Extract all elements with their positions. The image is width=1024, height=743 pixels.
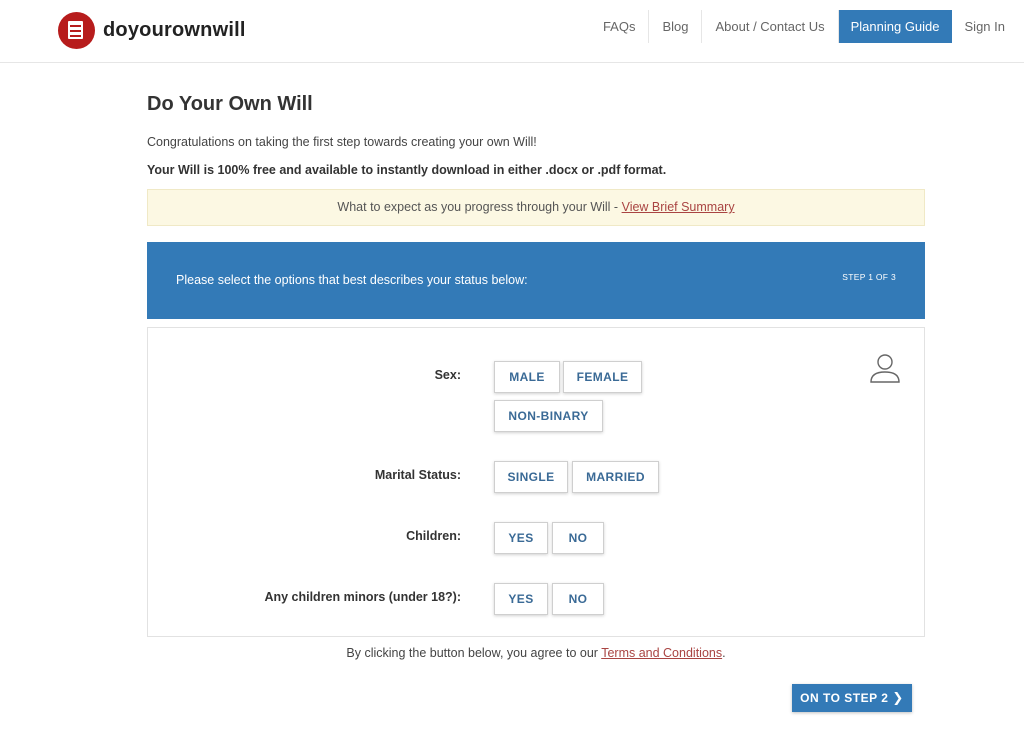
progress-notice: What to expect as you progress through y… bbox=[147, 189, 925, 226]
marital-single-button[interactable]: SINGLE bbox=[494, 461, 568, 493]
sex-female-button[interactable]: FEMALE bbox=[563, 361, 642, 393]
agree-text: By clicking the button below, you agree … bbox=[346, 646, 602, 660]
step-header: Please select the options that best desc… bbox=[147, 242, 925, 319]
children-label: Children: bbox=[406, 529, 461, 543]
next-step-label: ON TO STEP 2 bbox=[800, 691, 889, 705]
nav-faqs[interactable]: FAQs bbox=[590, 10, 650, 43]
minors-label: Any children minors (under 18?): bbox=[264, 590, 461, 604]
children-yes-button[interactable]: YES bbox=[494, 522, 548, 554]
main-nav: FAQs Blog About / Contact Us Planning Gu… bbox=[590, 10, 1024, 43]
nav-sign-in[interactable]: Sign In bbox=[952, 10, 1024, 43]
next-step-button[interactable]: ON TO STEP 2 ❯ bbox=[792, 684, 912, 712]
minors-yes-button[interactable]: YES bbox=[494, 583, 548, 615]
site-header: doyourownwill FAQs Blog About / Contact … bbox=[0, 0, 1024, 63]
marital-married-button[interactable]: MARRIED bbox=[572, 461, 659, 493]
sex-male-button[interactable]: MALE bbox=[494, 361, 560, 393]
brand-name: doyourownwill bbox=[103, 19, 246, 41]
status-form-panel: Sex: MALE FEMALE NON-BINARY Marital Stat… bbox=[147, 327, 925, 637]
document-icon bbox=[58, 12, 95, 49]
view-summary-link[interactable]: View Brief Summary bbox=[622, 200, 735, 214]
nav-about-contact[interactable]: About / Contact Us bbox=[702, 10, 839, 43]
step-counter: STEP 1 OF 3 bbox=[842, 272, 896, 282]
terms-link[interactable]: Terms and Conditions bbox=[601, 646, 722, 660]
nav-blog[interactable]: Blog bbox=[649, 10, 703, 43]
marital-status-label: Marital Status: bbox=[374, 468, 461, 482]
page-title: Do Your Own Will bbox=[147, 93, 313, 115]
brand-logo[interactable]: doyourownwill bbox=[58, 12, 246, 49]
intro-bold-text: Your Will is 100% free and available to … bbox=[147, 163, 667, 177]
nav-planning-guide[interactable]: Planning Guide bbox=[838, 10, 952, 43]
notice-text: What to expect as you progress through y… bbox=[337, 200, 622, 214]
minors-no-button[interactable]: NO bbox=[552, 583, 604, 615]
chevron-right-icon: ❯ bbox=[892, 690, 904, 705]
sex-label: Sex: bbox=[434, 368, 461, 382]
sex-nonbinary-button[interactable]: NON-BINARY bbox=[494, 400, 603, 432]
user-icon bbox=[870, 354, 900, 383]
intro-text: Congratulations on taking the first step… bbox=[147, 135, 537, 149]
terms-agreement: By clicking the button below, you agree … bbox=[147, 646, 925, 660]
step-prompt: Please select the options that best desc… bbox=[176, 273, 528, 287]
agree-end: . bbox=[722, 646, 726, 660]
children-no-button[interactable]: NO bbox=[552, 522, 604, 554]
intro-section: Do Your Own Will Congratulations on taki… bbox=[147, 92, 925, 178]
